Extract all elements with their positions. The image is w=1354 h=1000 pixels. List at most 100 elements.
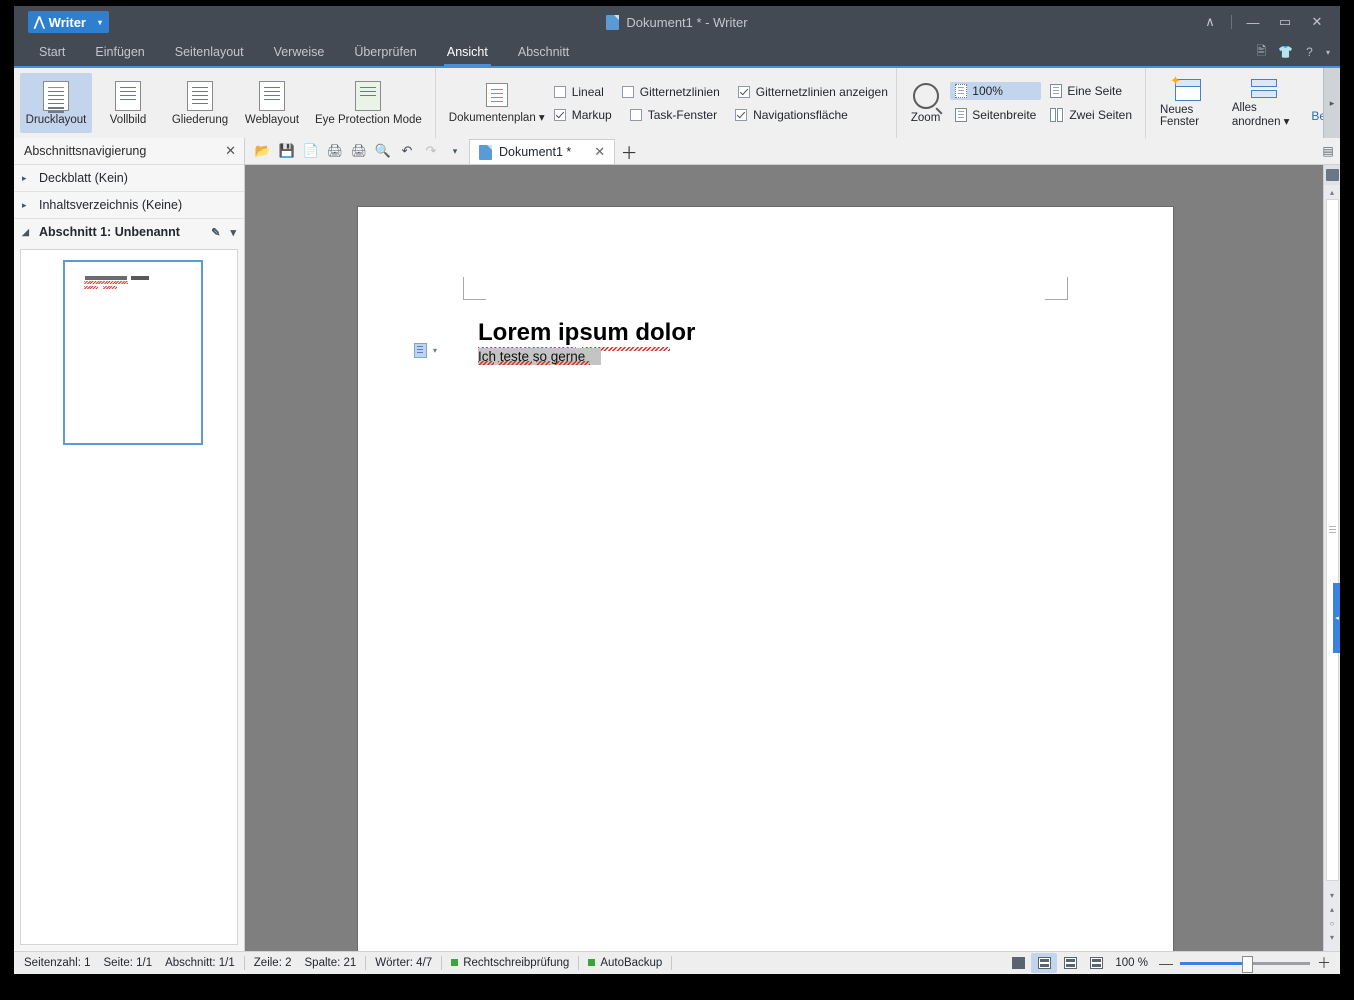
sidebar-item-deckblatt[interactable]: ▸ Deckblatt (Kein) (14, 165, 244, 192)
spellcheck-squiggle (478, 361, 494, 365)
next-page-button[interactable]: ▾ (1330, 933, 1334, 942)
print-layout-view-button[interactable] (1031, 953, 1058, 973)
help-icon[interactable]: ? (1302, 45, 1317, 60)
maximize-button[interactable]: ▭ (1270, 9, 1300, 35)
checkbox-gitternetzlinien-anzeigen[interactable]: Gitternetzlinien anzeigen (737, 85, 888, 99)
seitenbreite-button[interactable]: Seitenbreite (950, 106, 1041, 124)
outline-view-button[interactable] (1057, 953, 1083, 973)
gliederung-button[interactable]: Gliederung (164, 73, 236, 133)
tab-seitenlayout[interactable]: Seitenlayout (160, 38, 259, 66)
zoom-button[interactable]: Zoom (903, 82, 948, 124)
document-page[interactable]: ▾ Lorem ipsum dolor Ich teste so gerne (358, 207, 1173, 951)
scroll-grip[interactable] (1328, 526, 1336, 534)
eye-protection-mode-button[interactable]: Eye Protection Mode (308, 73, 429, 133)
open-icon[interactable]: 📂 (255, 143, 271, 159)
customize-caret-icon[interactable]: ▾ (447, 143, 463, 159)
print-icon[interactable]: 🖨 (327, 143, 344, 159)
thumbnail-squiggle (103, 286, 117, 289)
redo-icon[interactable]: ↷ (423, 143, 439, 159)
export-pdf-icon[interactable]: 📄 (303, 143, 319, 159)
status-column: Spalte: 21 (304, 957, 357, 969)
weblayout-button[interactable]: Weblayout (236, 73, 308, 133)
tab-ueberpruefen[interactable]: Überprüfen (339, 38, 432, 66)
sidebar-item-label: Abschnitt 1: Unbenannt (39, 225, 180, 239)
document-heading[interactable]: Lorem ipsum dolor (478, 319, 695, 351)
checkbox-markup[interactable]: Markup (553, 108, 612, 122)
thumbnail-heading-line (131, 276, 149, 280)
collapse-ribbon-button[interactable]: ∧ (1195, 9, 1225, 35)
eine-seite-button[interactable]: Eine Seite (1045, 82, 1137, 100)
document-tab-label: Dokument1 * (499, 145, 572, 159)
zoom-slider[interactable] (1180, 955, 1310, 973)
tab-right-icon[interactable]: ▤ (1316, 138, 1340, 164)
vollbild-button[interactable]: Vollbild (92, 73, 164, 133)
close-button[interactable]: ✕ (1302, 9, 1332, 35)
document-tab-dokument1[interactable]: Dokument1 * ✕ (469, 139, 616, 164)
document-paragraph[interactable]: Ich teste so gerne (478, 348, 602, 365)
scroll-track[interactable] (1325, 199, 1339, 881)
button-label: Drucklayout (25, 113, 87, 126)
zoom-out-button[interactable]: — (1158, 955, 1174, 971)
button-label: Vollbild (109, 113, 147, 126)
outline-icon (187, 80, 213, 111)
status-word-count[interactable]: Wörter: 4/7 (366, 956, 443, 970)
print-preview-icon[interactable]: 🔍 (375, 143, 391, 159)
fullscreen-view-button[interactable] (1005, 953, 1031, 973)
status-spellcheck[interactable]: Rechtschreibprüfung (442, 956, 580, 970)
app-menu-button[interactable]: ⋀ Writer ▾ (28, 11, 110, 33)
print-layout-icon (43, 80, 69, 113)
zoom-in-button[interactable]: ＋ (1316, 953, 1332, 973)
ribbon-overflow-button[interactable]: ▸ (1323, 68, 1340, 138)
print-direct-icon[interactable]: 🖨 (351, 143, 368, 159)
drucklayout-button[interactable]: Drucklayout (20, 73, 92, 133)
chevron-down-icon[interactable]: ▾ (1326, 48, 1330, 57)
checkbox-lineal[interactable]: Lineal (553, 85, 604, 99)
web-layout-view-button[interactable] (1083, 953, 1109, 973)
tab-verweise[interactable]: Verweise (259, 38, 340, 66)
paste-options-button[interactable]: ▾ (414, 343, 437, 358)
close-icon[interactable]: ✕ (225, 143, 236, 159)
page-thumbnail[interactable] (63, 260, 203, 445)
zoom-slider-fill (1180, 961, 1242, 965)
shirt-icon[interactable]: 👕 (1278, 45, 1293, 60)
tab-einfuegen[interactable]: Einfügen (80, 38, 159, 66)
tab-start[interactable]: Start (24, 38, 80, 66)
minimize-button[interactable]: — (1238, 9, 1268, 35)
previous-page-button[interactable]: ▾ (1330, 891, 1334, 900)
browse-up-button[interactable]: ▴ (1330, 905, 1334, 914)
checkbox-gitternetzlinien[interactable]: Gitternetzlinien (621, 85, 720, 99)
button-label: Zoom (910, 111, 941, 124)
tab-ansicht[interactable]: Ansicht (432, 38, 503, 66)
document-canvas[interactable]: ▾ Lorem ipsum dolor Ich teste so gerne ▴… (245, 165, 1340, 951)
zoom-slider-thumb[interactable] (1242, 955, 1253, 973)
sidebar-item-inhaltsverzeichnis[interactable]: ▸ Inhaltsverzeichnis (Keine) (14, 192, 244, 219)
edit-icon[interactable]: ✎ (211, 226, 220, 239)
page-thumbnail-toggle[interactable] (1324, 165, 1340, 185)
zwei-seiten-button[interactable]: Zwei Seiten (1045, 106, 1137, 124)
zoom-100-button[interactable]: 100% (950, 82, 1042, 100)
sidebar-title: Abschnittsnavigierung (24, 144, 147, 158)
select-browse-object-button[interactable]: ○ (1330, 919, 1335, 928)
neues-fenster-button[interactable]: ✦ Neues Fenster (1152, 74, 1224, 128)
sidebar-item-abschnitt-1[interactable]: ◢ Abschnitt 1: Unbenannt ✎ ▾ (14, 219, 244, 245)
alles-anordnen-button[interactable]: Alles anordnen ▾ (1224, 79, 1303, 128)
account-icon[interactable]: 🖹 (1254, 44, 1269, 60)
checkbox-task-fenster[interactable]: Task-Fenster (629, 108, 717, 122)
checkbox-icon (629, 108, 642, 121)
new-tab-button[interactable]: ＋ (615, 138, 643, 164)
tab-abschnitt[interactable]: Abschnitt (503, 38, 584, 66)
status-autobackup[interactable]: AutoBackup (579, 956, 673, 970)
status-page-info[interactable]: Seitenzahl: 1 Seite: 1/1 Abschnitt: 1/1 (14, 956, 245, 970)
chevron-down-icon[interactable]: ▾ (230, 226, 236, 239)
close-icon[interactable]: ✕ (594, 144, 605, 160)
checkbox-icon (621, 85, 634, 98)
status-cursor-info[interactable]: Zeile: 2 Spalte: 21 (245, 956, 367, 970)
dokumentenplan-button[interactable]: Dokumentenplan ▾ (442, 73, 552, 133)
vertical-scrollbar[interactable]: ▴ ▾ ▴ ○ ▾ ◂ (1323, 165, 1340, 951)
checkbox-navigationsflaeche[interactable]: Navigationsfläche (735, 108, 848, 122)
collapse-panel-handle[interactable]: ◂ (1333, 583, 1340, 653)
scroll-up-button[interactable]: ▴ (1330, 185, 1334, 199)
save-icon[interactable]: 💾 (279, 143, 295, 159)
page-thumbnail-list[interactable] (20, 249, 238, 945)
undo-icon[interactable]: ↶ (399, 143, 415, 159)
